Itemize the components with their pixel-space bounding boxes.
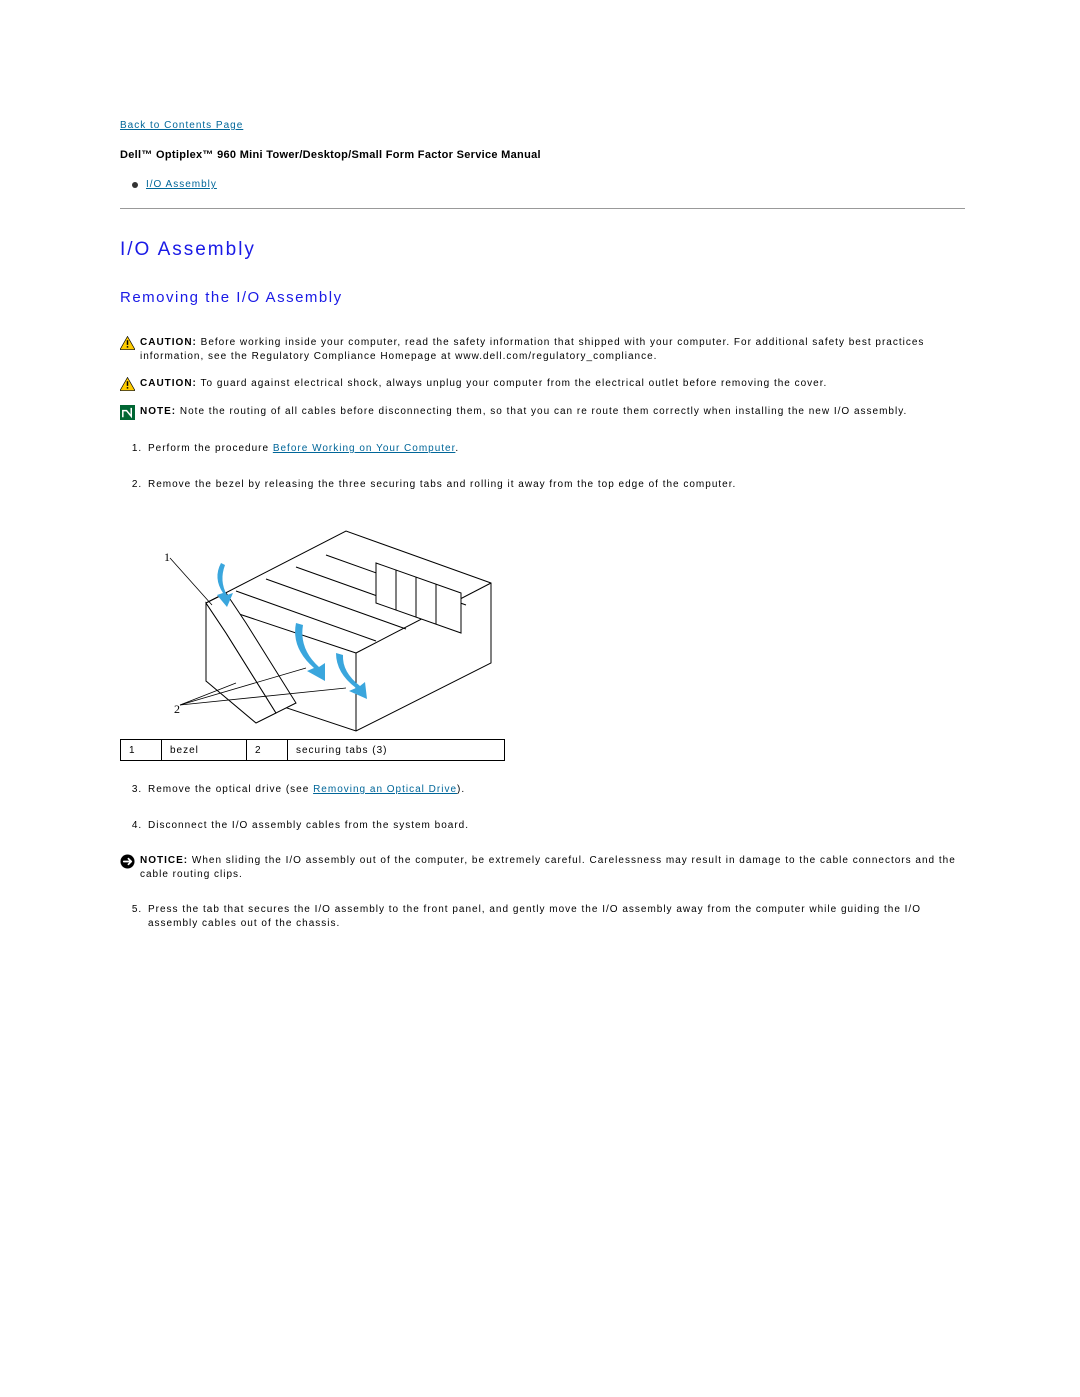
legend-label-1: bezel	[162, 740, 247, 761]
note-label: NOTE:	[140, 406, 176, 417]
step-3: Remove the optical drive (see Removing a…	[146, 783, 965, 797]
caution-block-1: CAUTION: Before working inside your comp…	[120, 336, 965, 363]
service-manual-page: Back to Contents Page Dell™ Optiplex™ 96…	[0, 0, 1080, 1397]
bullet-icon	[132, 182, 138, 188]
diagram-legend-table: 1 bezel 2 securing tabs (3)	[120, 739, 505, 761]
section-heading: I/O Assembly	[120, 239, 965, 261]
step-1: Perform the procedure Before Working on …	[146, 442, 965, 456]
step-3-pre: Remove the optical drive (see	[148, 784, 313, 795]
steps-list: Perform the procedure Before Working on …	[120, 442, 965, 491]
caution-text-2: CAUTION: To guard against electrical sho…	[140, 377, 965, 391]
diagram-callout-2: 2	[174, 702, 181, 716]
step-4: Disconnect the I/O assembly cables from …	[146, 819, 965, 833]
caution-icon	[120, 377, 140, 391]
back-to-contents-link[interactable]: Back to Contents Page	[120, 120, 243, 131]
caution-block-2: CAUTION: To guard against electrical sho…	[120, 377, 965, 391]
steps-list-final: Press the tab that secures the I/O assem…	[120, 903, 965, 930]
note-icon	[120, 405, 140, 420]
subsection-heading: Removing the I/O Assembly	[120, 289, 965, 306]
notice-body: When sliding the I/O assembly out of the…	[140, 855, 956, 880]
caution-icon	[120, 336, 140, 350]
computer-bezel-diagram: 1 2	[146, 513, 504, 733]
steps-list-continued: Remove the optical drive (see Removing a…	[120, 783, 965, 832]
note-text: NOTE: Note the routing of all cables bef…	[140, 405, 965, 419]
legend-label-2: securing tabs (3)	[288, 740, 505, 761]
link-removing-optical-drive[interactable]: Removing an Optical Drive	[313, 784, 457, 795]
notice-block: NOTICE: When sliding the I/O assembly ou…	[120, 854, 965, 881]
caution-body: To guard against electrical shock, alway…	[197, 378, 827, 389]
diagram-wrap: 1 2	[146, 513, 965, 733]
notice-text: NOTICE: When sliding the I/O assembly ou…	[140, 854, 965, 881]
table-row: 1 bezel 2 securing tabs (3)	[121, 740, 505, 761]
legend-num-2: 2	[247, 740, 288, 761]
step-3-post: ).	[457, 784, 465, 795]
notice-icon	[120, 854, 140, 869]
divider	[120, 208, 965, 209]
step-1-post: .	[455, 443, 459, 454]
notice-label: NOTICE:	[140, 855, 188, 866]
toc-item: I/O Assembly	[132, 179, 965, 190]
caution-label: CAUTION:	[140, 337, 197, 348]
link-before-working[interactable]: Before Working on Your Computer	[273, 443, 456, 454]
legend-num-1: 1	[121, 740, 162, 761]
step-2: Remove the bezel by releasing the three …	[146, 478, 965, 492]
step-1-pre: Perform the procedure	[148, 443, 273, 454]
caution-label: CAUTION:	[140, 378, 197, 389]
diagram-callout-1: 1	[164, 550, 171, 564]
caution-body: Before working inside your computer, rea…	[140, 337, 924, 362]
caution-text-1: CAUTION: Before working inside your comp…	[140, 336, 965, 363]
note-body: Note the routing of all cables before di…	[176, 406, 907, 417]
note-block: NOTE: Note the routing of all cables bef…	[120, 405, 965, 420]
step-5: Press the tab that secures the I/O assem…	[146, 903, 965, 930]
manual-title: Dell™ Optiplex™ 960 Mini Tower/Desktop/S…	[120, 149, 965, 161]
toc-link-io-assembly[interactable]: I/O Assembly	[146, 179, 217, 190]
